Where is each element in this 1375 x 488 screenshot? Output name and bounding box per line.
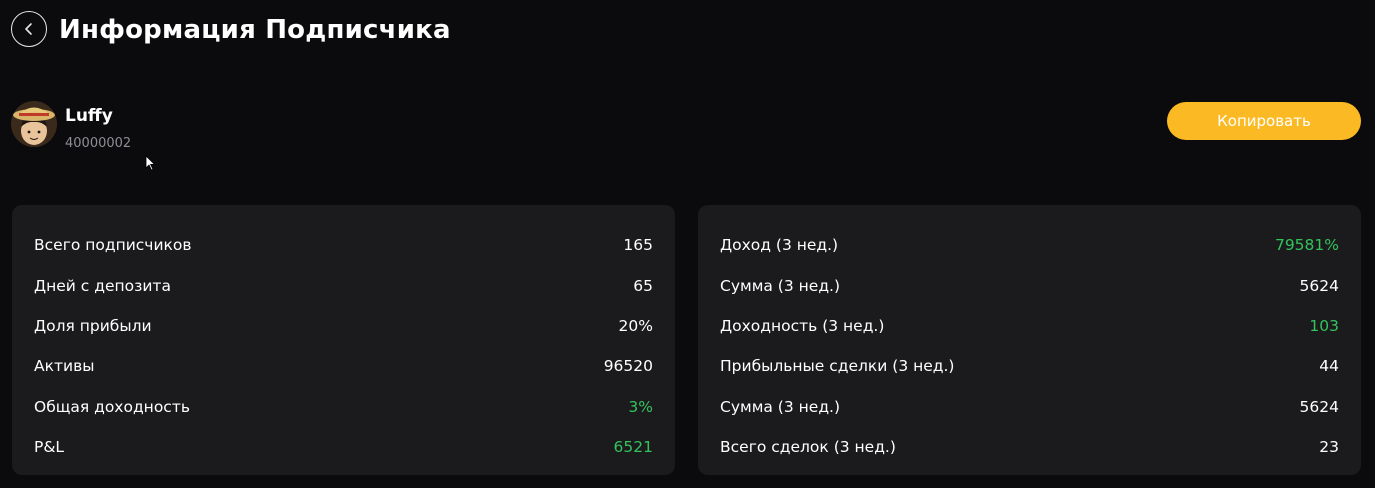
stat-value: 5624 <box>1299 397 1339 416</box>
page-title: Информация Подписчика <box>59 15 451 45</box>
stat-value: 165 <box>623 236 653 255</box>
stat-row: P&L 6521 <box>34 427 653 467</box>
chevron-left-icon <box>25 23 32 35</box>
stat-row: Всего подписчиков 165 <box>34 225 653 265</box>
stat-label: Дней с депозита <box>34 276 171 295</box>
stat-row: Доход (3 нед.) 79581% <box>720 225 1339 265</box>
stat-label: Всего подписчиков <box>34 236 192 255</box>
stat-value: 79581% <box>1274 236 1339 255</box>
stat-row: Сумма (3 нед.) 5624 <box>720 265 1339 305</box>
subscriber-info-page: Информация Подписчика Luffy 40000002 Коп… <box>0 0 1375 488</box>
copy-button[interactable]: Копировать <box>1167 102 1361 140</box>
stat-row: Дней с депозита 65 <box>34 265 653 305</box>
mouse-cursor-icon <box>145 155 156 171</box>
stats-card-3-weeks: Доход (3 нед.) 79581% Сумма (3 нед.) 562… <box>698 205 1361 475</box>
stat-value: 44 <box>1319 357 1339 376</box>
stat-value: 5624 <box>1299 276 1339 295</box>
stat-value: 103 <box>1309 316 1339 335</box>
user-id: 40000002 <box>65 136 132 151</box>
back-button[interactable] <box>11 11 47 47</box>
stat-row: Общая доходность 3% <box>34 387 653 427</box>
stat-row: Всего сделок (3 нед.) 23 <box>720 427 1339 467</box>
stat-label: Доля прибыли <box>34 316 152 335</box>
stat-value: 3% <box>628 397 653 416</box>
stat-label: Общая доходность <box>34 397 190 416</box>
stat-row: Доля прибыли 20% <box>34 306 653 346</box>
stat-row: Сумма (3 нед.) 5624 <box>720 387 1339 427</box>
stat-row: Активы 96520 <box>34 346 653 386</box>
stat-label: Сумма (3 нед.) <box>720 276 841 295</box>
stat-label: Всего сделок (3 нед.) <box>720 438 896 457</box>
avatar <box>11 101 57 147</box>
stat-value: 20% <box>618 316 653 335</box>
stats-card-general: Всего подписчиков 165 Дней с депозита 65… <box>12 205 675 475</box>
stat-label: Прибыльные сделки (3 нед.) <box>720 357 955 376</box>
stat-value: 65 <box>633 276 653 295</box>
stat-label: Доход (3 нед.) <box>720 236 839 255</box>
stat-value: 6521 <box>613 438 653 457</box>
stat-row: Доходность (3 нед.) 103 <box>720 306 1339 346</box>
stat-label: Сумма (3 нед.) <box>720 397 841 416</box>
stat-row: Прибыльные сделки (3 нед.) 44 <box>720 346 1339 386</box>
stat-value: 23 <box>1319 438 1339 457</box>
user-name: Luffy <box>65 106 113 126</box>
stat-label: P&L <box>34 438 65 457</box>
stat-value: 96520 <box>603 357 653 376</box>
stat-label: Доходность (3 нед.) <box>720 316 885 335</box>
stat-label: Активы <box>34 357 95 376</box>
